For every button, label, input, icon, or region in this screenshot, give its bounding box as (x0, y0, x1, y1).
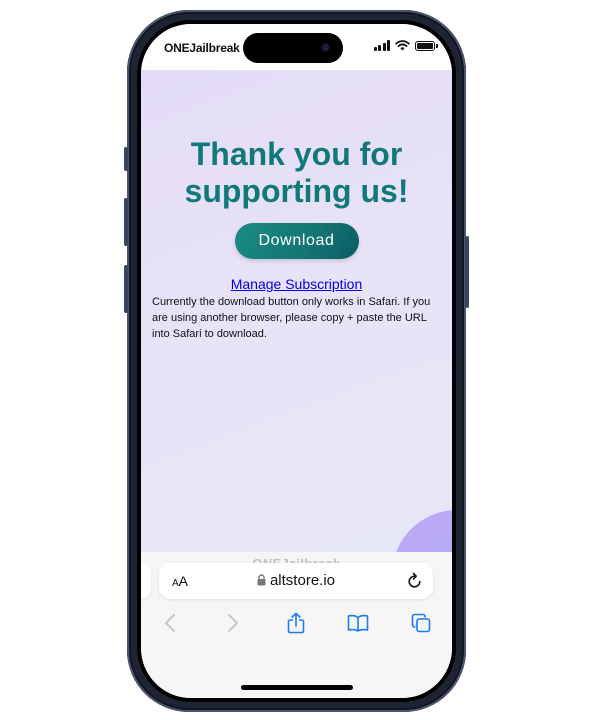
share-button[interactable] (281, 608, 311, 638)
screen: ONEJailbreak Thank you for supporting us… (141, 24, 452, 698)
safari-note: Currently the download button only works… (152, 296, 431, 340)
bezel: ONEJailbreak Thank you for supporting us… (137, 20, 456, 702)
forward-button[interactable] (218, 608, 248, 638)
status-icons (373, 40, 438, 51)
wifi-icon (395, 40, 410, 51)
battery-icon (415, 40, 438, 51)
safari-toolbar: ONEJailbreak AA altstore.io (141, 552, 452, 698)
manage-subscription-link[interactable]: Manage Subscription (141, 276, 452, 292)
camera-icon (322, 44, 329, 51)
web-content: Thank you for supporting us! Download Ma… (141, 70, 452, 600)
back-chevron-icon (165, 614, 175, 632)
action-button (124, 147, 128, 171)
reload-icon[interactable] (407, 572, 423, 589)
page-content: Thank you for supporting us! Download Ma… (141, 70, 452, 342)
url-display[interactable]: altstore.io (159, 572, 433, 589)
bookmarks-button[interactable] (343, 608, 373, 638)
bookmarks-icon (347, 614, 369, 632)
address-bar[interactable]: AA altstore.io (159, 563, 433, 599)
iphone-frame: ONEJailbreak Thank you for supporting us… (124, 10, 469, 712)
dynamic-island (243, 33, 343, 63)
url-text: altstore.io (269, 572, 336, 589)
previous-tab-preview[interactable] (141, 563, 151, 599)
home-indicator[interactable] (240, 685, 353, 690)
safari-nav-row (141, 608, 452, 638)
carrier-label: ONEJailbreak (164, 41, 240, 55)
tabs-icon (411, 613, 431, 633)
download-button[interactable]: Download (234, 223, 359, 259)
volume-down-button (124, 265, 128, 313)
power-button (465, 236, 469, 308)
cellular-signal-icon (373, 40, 390, 51)
forward-chevron-icon (227, 614, 238, 632)
lock-icon (257, 574, 266, 586)
status-bar: ONEJailbreak (141, 24, 452, 70)
page-title: Thank you for supporting us! (184, 136, 409, 209)
share-icon (287, 612, 304, 634)
volume-up-button (124, 198, 128, 246)
back-button[interactable] (155, 608, 185, 638)
tabs-button[interactable] (406, 608, 436, 638)
